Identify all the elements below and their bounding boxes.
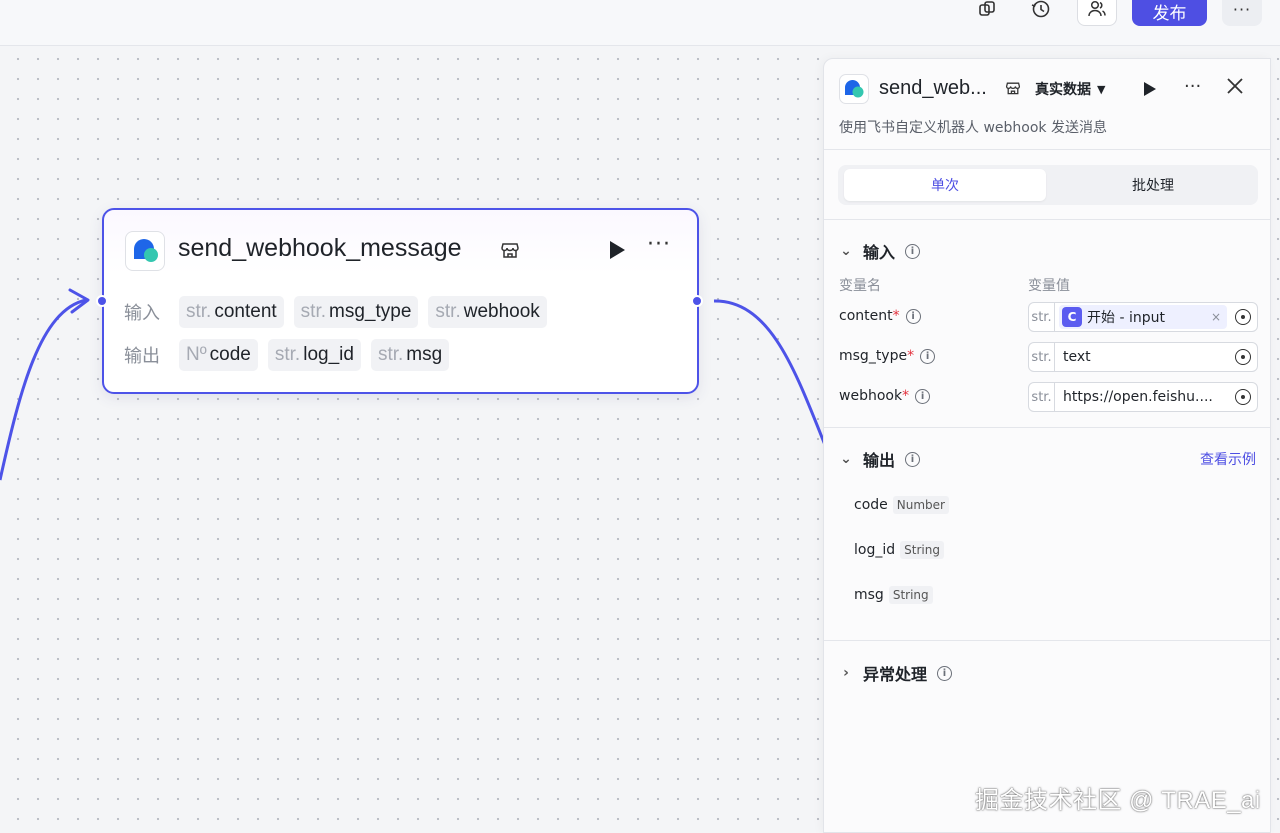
store-icon: [500, 240, 520, 260]
panel-description: 使用飞书自定义机器人 webhook 发送消息: [839, 120, 1107, 136]
divider: [824, 219, 1270, 220]
node-inputs-row: 输入 str. content str. msg_type str. webhook: [124, 296, 547, 328]
input-tag: str. webhook: [428, 296, 547, 328]
panel-more-button[interactable]: ···: [1184, 76, 1201, 97]
output-item: msg String: [854, 586, 933, 604]
tab-single[interactable]: 单次: [844, 169, 1046, 201]
plugin-logo-icon: [839, 74, 869, 104]
param-label-msg-type: msg_type * i: [839, 348, 936, 364]
webhook-node-card[interactable]: send_webhook_message ··· 输入 str. content …: [102, 208, 699, 394]
divider: [824, 640, 1270, 641]
info-icon: i: [937, 665, 953, 681]
divider: [824, 427, 1270, 428]
column-header-name: 变量名: [839, 278, 881, 294]
info-icon: i: [905, 243, 921, 259]
node-title: send_webhook_message: [178, 234, 462, 262]
column-header-value: 变量值: [1028, 278, 1070, 294]
outputs-label: 输出: [124, 346, 160, 367]
caret-down-icon: ▼: [1097, 82, 1106, 96]
input-tag: str. content: [179, 296, 284, 328]
output-section-header[interactable]: ⌄ 输出 i: [839, 447, 921, 471]
panel-title: send_web...: [879, 77, 987, 99]
run-icon[interactable]: [606, 238, 628, 262]
input-section-header[interactable]: ⌄ 输入 i: [839, 239, 921, 263]
info-icon: i: [915, 388, 931, 404]
output-item: log_id String: [854, 541, 944, 559]
plugin-logo-icon: [125, 231, 165, 271]
node-settings-panel: send_web... 真实数据 ▼ ··· 使用飞书自定义机器人 webhoo…: [823, 58, 1271, 833]
mode-segmented-control: 单次 批处理: [838, 165, 1258, 205]
data-mode-dropdown[interactable]: 真实数据 ▼: [1035, 79, 1105, 99]
param-label-content: content * i: [839, 308, 921, 324]
input-tag: str. msg_type: [293, 296, 419, 328]
output-tag: Nº code: [179, 339, 258, 371]
store-icon: [1005, 80, 1021, 96]
output-item: code Number: [854, 496, 949, 514]
output-tag: str. log_id: [267, 339, 361, 371]
info-icon: i: [905, 451, 921, 467]
start-node-icon: C: [1062, 307, 1082, 327]
variable-picker-icon[interactable]: [1235, 349, 1251, 365]
output-port[interactable]: [691, 295, 703, 307]
webhook-value-field[interactable]: str. https://open.feishu....: [1028, 382, 1258, 412]
output-tag: str. msg: [370, 339, 450, 371]
variable-picker-icon[interactable]: [1235, 389, 1251, 405]
input-port[interactable]: [96, 295, 108, 307]
chevron-down-icon: ⌄: [840, 243, 852, 259]
inputs-label: 输入: [124, 303, 160, 324]
clear-icon[interactable]: ×: [1211, 310, 1221, 324]
msg-type-value-field[interactable]: str. text: [1028, 342, 1258, 372]
see-example-link[interactable]: 查看示例: [1200, 449, 1256, 469]
error-handling-section-header[interactable]: › 异常处理 i: [839, 661, 953, 685]
chevron-down-icon: ⌄: [840, 451, 852, 467]
node-outputs-row: 输出 Nº code str. log_id str. msg: [124, 339, 450, 371]
close-icon[interactable]: [1226, 73, 1244, 101]
watermark: 掘金技术社区 @ TRAE_ai: [975, 787, 1261, 814]
node-more-button[interactable]: ···: [647, 232, 671, 257]
info-icon: i: [920, 348, 936, 364]
content-value-field[interactable]: str. C 开始 - input ×: [1028, 302, 1258, 332]
tab-batch[interactable]: 批处理: [1052, 169, 1254, 201]
divider: [824, 149, 1270, 150]
variable-picker-icon[interactable]: [1235, 309, 1251, 325]
param-label-webhook: webhook * i: [839, 388, 931, 404]
chevron-right-icon: ›: [843, 665, 849, 681]
variable-reference-chip[interactable]: C 开始 - input ×: [1059, 305, 1227, 329]
run-icon[interactable]: [1142, 80, 1158, 98]
info-icon: i: [905, 308, 921, 324]
